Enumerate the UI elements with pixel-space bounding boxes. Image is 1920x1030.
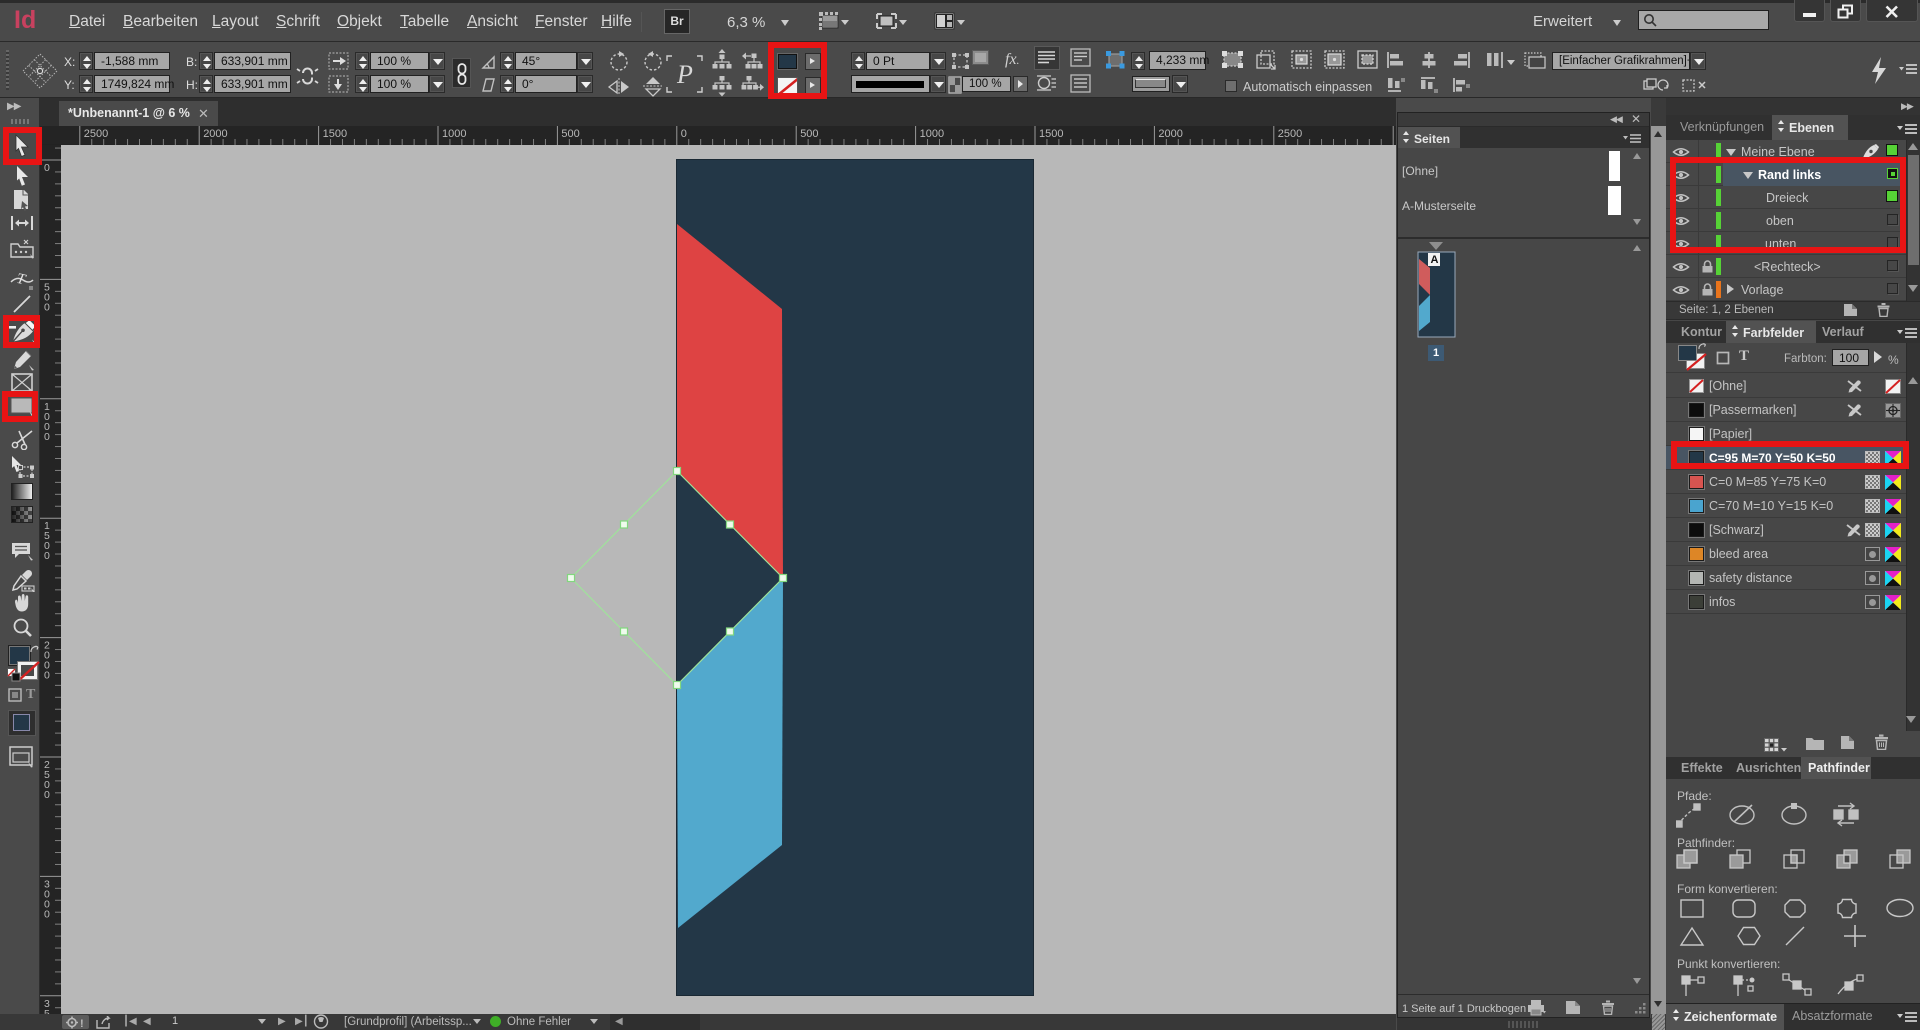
svg-text:2000: 2000 xyxy=(203,128,227,140)
svg-text:0: 0 xyxy=(44,789,50,801)
svg-text:500: 500 xyxy=(561,128,579,140)
svg-text:0: 0 xyxy=(44,431,50,443)
svg-text:0: 0 xyxy=(44,550,50,562)
svg-text:T: T xyxy=(15,271,28,289)
svg-text:0: 0 xyxy=(44,301,50,313)
svg-text:!: ! xyxy=(80,1018,84,1029)
svg-text:1500: 1500 xyxy=(323,128,347,140)
svg-text:0: 0 xyxy=(44,670,50,682)
svg-text:2500: 2500 xyxy=(84,128,108,140)
svg-text:0: 0 xyxy=(44,908,50,920)
svg-text:A: A xyxy=(1431,254,1439,266)
svg-text:2500: 2500 xyxy=(1278,128,1302,140)
svg-text:500: 500 xyxy=(800,128,818,140)
svg-text:0: 0 xyxy=(44,162,50,174)
svg-text:1000: 1000 xyxy=(442,128,466,140)
svg-text:2000: 2000 xyxy=(1158,128,1182,140)
svg-text:1500: 1500 xyxy=(1039,128,1063,140)
svg-text:P: P xyxy=(676,60,693,89)
svg-text:1000: 1000 xyxy=(920,128,944,140)
svg-text:0: 0 xyxy=(681,128,687,140)
